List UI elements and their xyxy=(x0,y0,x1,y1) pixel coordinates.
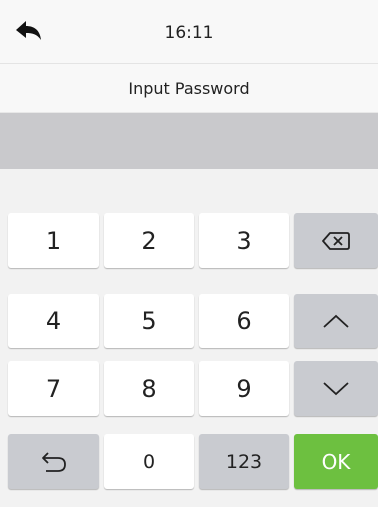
keypad: 1 2 3 4 5 6 7 8 9 0 123 OK xyxy=(0,169,378,507)
key-9[interactable]: 9 xyxy=(199,361,289,416)
back-arrow-icon[interactable] xyxy=(12,16,44,48)
key-5[interactable]: 5 xyxy=(104,294,194,348)
key-4[interactable]: 4 xyxy=(8,294,99,348)
password-field[interactable] xyxy=(0,113,378,169)
key-0[interactable]: 0 xyxy=(104,434,194,489)
down-key[interactable] xyxy=(294,361,378,416)
chevron-up-icon xyxy=(323,314,349,328)
undo-key[interactable] xyxy=(8,434,99,489)
key-7[interactable]: 7 xyxy=(8,361,99,416)
status-bar: 16:11 xyxy=(0,0,378,64)
chevron-down-icon xyxy=(323,381,349,395)
key-8[interactable]: 8 xyxy=(104,361,194,416)
page-title: Input Password xyxy=(0,64,378,113)
backspace-key[interactable] xyxy=(294,213,378,268)
key-1[interactable]: 1 xyxy=(8,213,99,268)
key-3[interactable]: 3 xyxy=(199,213,289,268)
backspace-icon xyxy=(322,231,350,250)
up-key[interactable] xyxy=(294,294,378,348)
key-2[interactable]: 2 xyxy=(104,213,194,268)
key-123[interactable]: 123 xyxy=(199,434,289,489)
clock: 16:11 xyxy=(164,23,214,43)
ok-button[interactable]: OK xyxy=(294,434,378,489)
key-6[interactable]: 6 xyxy=(199,294,289,348)
undo-icon xyxy=(41,451,66,472)
